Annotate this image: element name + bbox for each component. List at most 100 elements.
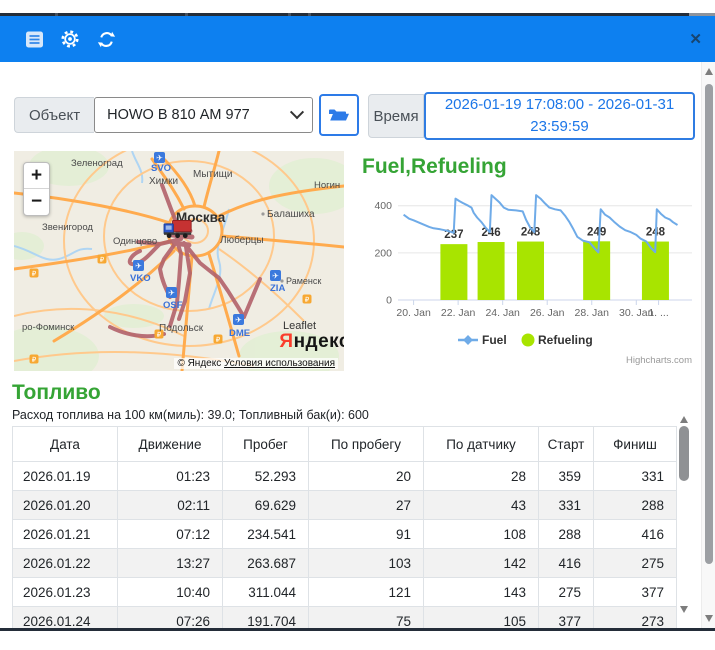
table-cell: 359	[539, 462, 594, 491]
report-list-icon[interactable]	[22, 27, 46, 51]
rouble-icon: ₽	[305, 296, 310, 304]
map-city-dot	[261, 212, 264, 215]
airport-code-label: SVO	[151, 163, 171, 174]
time-range-value: 2026-01-19 17:08:00 - 2026-01-31 23:59:5…	[440, 94, 679, 139]
table-cell: 377	[539, 607, 594, 629]
table-scrollbar-thumb[interactable]	[679, 426, 689, 481]
x-axis-tick-label: 24. Jan	[485, 307, 520, 319]
table-cell: 2026.01.23	[13, 578, 118, 607]
fuel-consumption-info: Расход топлива на 100 км(миль): 39.0; То…	[12, 408, 369, 422]
table-cell: 275	[539, 578, 594, 607]
table-cell: 105	[424, 607, 539, 629]
x-axis-tick-label: 26. Jan	[530, 307, 565, 319]
table-cell: 142	[424, 549, 539, 578]
table-row: 2026.01.1901:2352.2932028359331	[13, 462, 677, 491]
zoom-in-button[interactable]: +	[24, 163, 49, 189]
map-city-label: Раменск	[286, 276, 321, 286]
highcharts-credit[interactable]: Highcharts.com	[626, 355, 692, 366]
map-city-label: Ногин	[314, 180, 340, 191]
airplane-icon: ✈	[235, 316, 242, 325]
page-scroll-down-arrow[interactable]	[705, 615, 713, 622]
table-header-row: ДатаДвижениеПробегПо пробегуПо датчикуСт…	[13, 427, 677, 462]
fuel-section-title: Топливо	[12, 381, 101, 405]
legend-fuel-label[interactable]: Fuel	[482, 333, 507, 347]
table-cell: 273	[594, 607, 677, 629]
table-header-cell: Движение	[118, 427, 223, 462]
table-row: 2026.01.2407:26191.70475105377273	[13, 607, 677, 629]
y-axis-tick-label: 0	[386, 295, 392, 307]
scroll-down-arrow[interactable]	[680, 606, 688, 613]
table-cell: 2026.01.20	[13, 491, 118, 520]
table-cell: 331	[594, 462, 677, 491]
settings-gear-icon[interactable]	[58, 27, 82, 51]
legend-refueling-label[interactable]: Refueling	[538, 333, 593, 347]
window-top-strip	[0, 0, 715, 13]
table-cell: 263.687	[223, 549, 309, 578]
time-selector-group: Время 2026-01-19 17:08:00 - 2026-01-31 2…	[368, 92, 695, 140]
scroll-up-arrow[interactable]	[680, 416, 688, 423]
zoom-out-button[interactable]: −	[24, 189, 49, 215]
table-cell: 43	[424, 491, 539, 520]
terms-of-use-link[interactable]: Условия использования	[224, 358, 335, 369]
y-axis-tick-label: 200	[374, 247, 392, 259]
table-header-cell: Дата	[13, 427, 118, 462]
yandex-copyright: © Яндекс	[177, 358, 221, 369]
table-cell: 103	[309, 549, 424, 578]
map-city-label: Химки	[149, 176, 178, 187]
x-axis-tick-label: 1. ...	[648, 307, 668, 319]
refresh-icon[interactable]	[94, 27, 118, 51]
map[interactable]: ₽₽₽₽₽₽ ✈SVO✈VKO✈ZIA✈OSF✈DME ЗеленоградХи…	[14, 151, 344, 371]
table-row: 2026.01.2002:1169.6292743331288	[13, 491, 677, 520]
table-cell: 07:12	[118, 520, 223, 549]
table-cell: 191.704	[223, 607, 309, 629]
fuel-table: ДатаДвижениеПробегПо пробегуПо датчикуСт…	[12, 426, 677, 628]
folder-open-icon	[328, 107, 350, 123]
airplane-icon: ✈	[156, 154, 163, 163]
table-cell: 20	[309, 462, 424, 491]
rouble-icon: ₽	[32, 270, 37, 278]
table-cell: 275	[594, 549, 677, 578]
page-scrollbar-thumb[interactable]	[705, 84, 713, 564]
table-cell: 108	[424, 520, 539, 549]
airport-code-label: DME	[229, 328, 250, 339]
fuel-table-wrap: ДатаДвижениеПробегПо пробегуПо датчикуСт…	[12, 426, 678, 628]
yandex-logo: Яндекс	[279, 331, 344, 353]
legend-refueling-marker	[522, 334, 535, 347]
airport-code-label: VKO	[130, 273, 151, 284]
table-cell: 121	[309, 578, 424, 607]
table-cell: 69.629	[223, 491, 309, 520]
table-cell: 10:40	[118, 578, 223, 607]
close-icon[interactable]: ✕	[689, 16, 702, 62]
table-cell: 07:26	[118, 607, 223, 629]
table-cell: 02:11	[118, 491, 223, 520]
chart-title: Fuel,Refueling	[362, 155, 507, 179]
open-folder-button[interactable]	[319, 94, 359, 136]
refueling-bar[interactable]	[440, 244, 467, 300]
table-cell: 91	[309, 520, 424, 549]
table-cell: 416	[539, 549, 594, 578]
page-scroll-up-arrow[interactable]	[705, 68, 713, 75]
table-cell: 2026.01.24	[13, 607, 118, 629]
rouble-icon: ₽	[216, 336, 221, 344]
time-range-field[interactable]: 2026-01-19 17:08:00 - 2026-01-31 23:59:5…	[424, 92, 695, 140]
x-axis-tick-label: 22. Jan	[441, 307, 476, 319]
table-cell: 27	[309, 491, 424, 520]
object-selector-group: Объект HOWO В 810 АМ 977	[14, 94, 359, 136]
table-cell: 377	[594, 578, 677, 607]
table-cell: 01:23	[118, 462, 223, 491]
map-city-label: Звенигород	[42, 222, 93, 233]
map-city-label: Подольск	[159, 323, 204, 334]
refueling-bar[interactable]	[478, 242, 505, 300]
refueling-bar[interactable]	[517, 242, 544, 300]
object-select[interactable]: HOWO В 810 АМ 977	[94, 97, 313, 133]
airplane-icon: ✈	[168, 289, 175, 298]
fuel-chart: 020040020. Jan22. Jan24. Jan26. Jan28. J…	[352, 151, 698, 375]
table-row: 2026.01.2310:40311.044121143275377	[13, 578, 677, 607]
table-row: 2026.01.2107:12234.54191108288416	[13, 520, 677, 549]
airplane-icon: ✈	[135, 262, 142, 271]
table-cell: 75	[309, 607, 424, 629]
window-border-bottom	[0, 628, 715, 631]
chevron-down-icon	[290, 105, 304, 119]
table-cell: 288	[539, 520, 594, 549]
map-city-label: Мытищи	[193, 169, 233, 180]
